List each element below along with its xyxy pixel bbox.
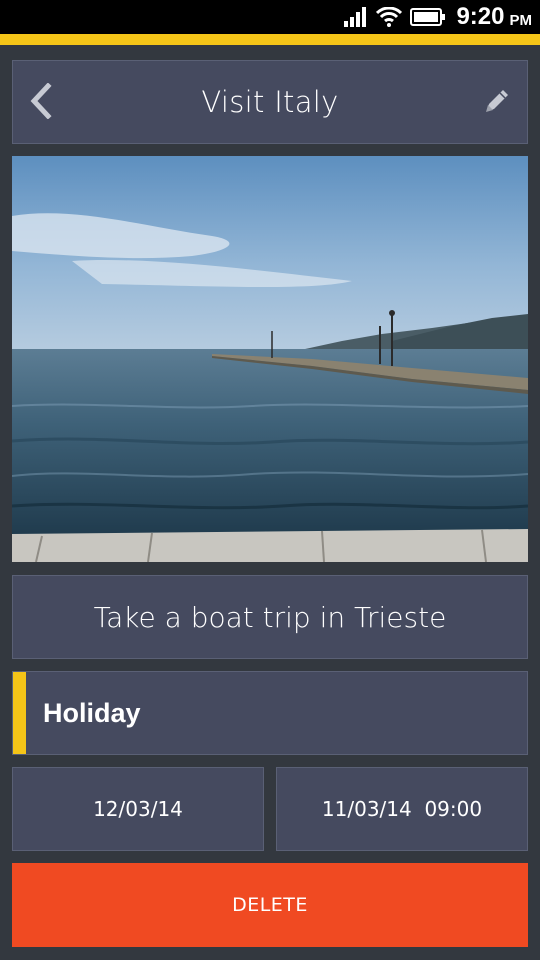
pencil-icon [482,86,512,120]
accent-strip [0,34,540,45]
category-label: Holiday [43,697,141,728]
reminder-value: 11/03/14 09:00 [321,797,483,821]
category-color-marker [13,672,26,754]
battery-icon [410,8,446,26]
header-bar: Visit Italy [12,60,528,144]
edit-button[interactable] [475,79,519,127]
task-title: Take a boat trip in Trieste [93,600,447,634]
due-date-field[interactable]: 12/03/14 [12,767,264,851]
chevron-left-icon [28,82,54,123]
page-title: Visit Italy [201,85,339,119]
signal-icon [344,7,368,27]
status-bar: 9:20 PM [0,0,540,34]
task-title-card[interactable]: Take a boat trip in Trieste [12,575,528,659]
task-photo[interactable] [12,156,528,562]
status-time: 9:20 [456,3,505,30]
status-ampm: PM [509,11,533,29]
due-date-value: 12/03/14 [93,797,183,821]
wifi-icon [376,7,403,27]
reminder-field[interactable]: 11/03/14 09:00 [276,767,528,851]
category-card[interactable]: Holiday [12,671,528,755]
status-icons: 9:20 PM [344,0,532,34]
delete-button[interactable]: DELETE [12,863,528,947]
back-button[interactable] [19,79,63,127]
seaside-photo [12,156,528,562]
